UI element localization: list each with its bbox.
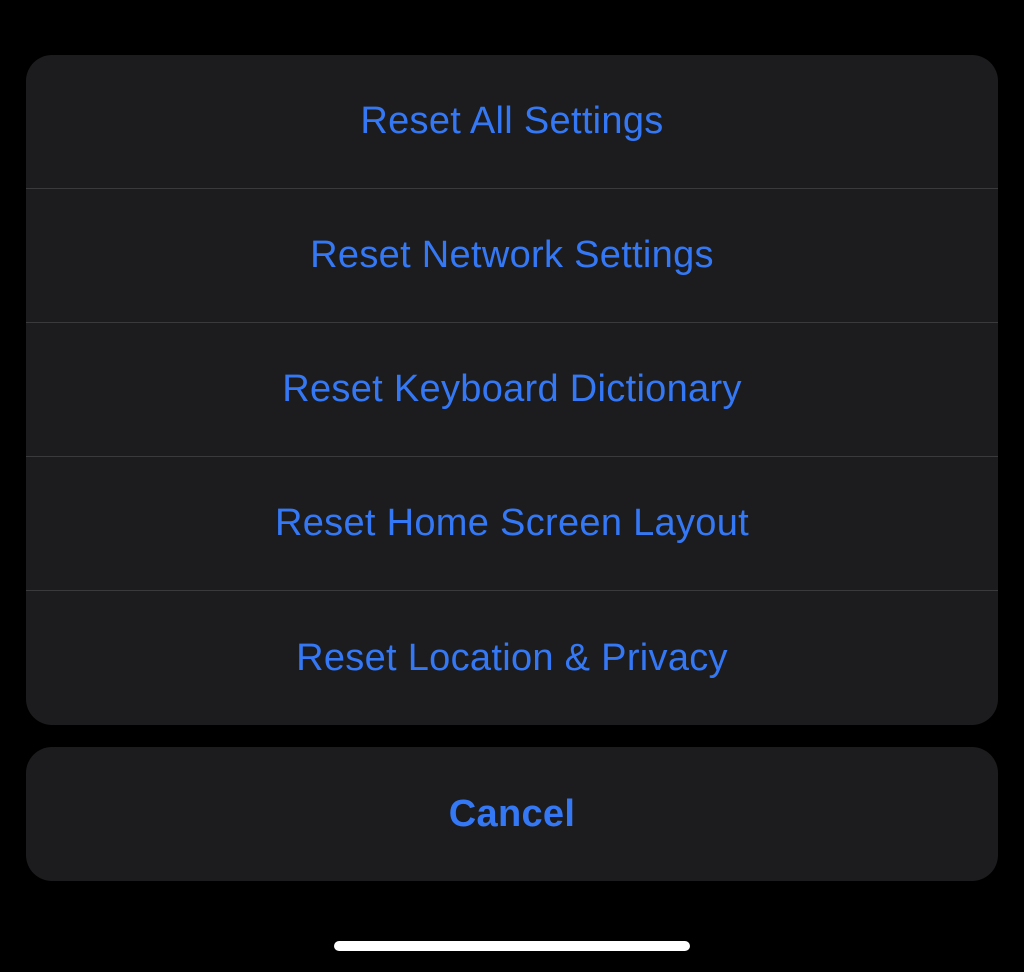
action-label: Reset Network Settings xyxy=(310,234,714,277)
cancel-label: Cancel xyxy=(449,793,575,836)
reset-network-settings-button[interactable]: Reset Network Settings xyxy=(26,189,998,323)
reset-action-sheet: Reset All Settings Reset Network Setting… xyxy=(26,55,998,725)
home-indicator[interactable] xyxy=(334,941,690,951)
cancel-button[interactable]: Cancel xyxy=(26,747,998,881)
reset-all-settings-button[interactable]: Reset All Settings xyxy=(26,55,998,189)
action-label: Reset All Settings xyxy=(360,100,663,143)
reset-keyboard-dictionary-button[interactable]: Reset Keyboard Dictionary xyxy=(26,323,998,457)
action-label: Reset Location & Privacy xyxy=(296,637,728,680)
action-label: Reset Keyboard Dictionary xyxy=(282,368,742,411)
reset-home-screen-layout-button[interactable]: Reset Home Screen Layout xyxy=(26,457,998,591)
reset-location-privacy-button[interactable]: Reset Location & Privacy xyxy=(26,591,998,725)
cancel-group: Cancel xyxy=(26,747,998,881)
action-label: Reset Home Screen Layout xyxy=(275,502,749,545)
